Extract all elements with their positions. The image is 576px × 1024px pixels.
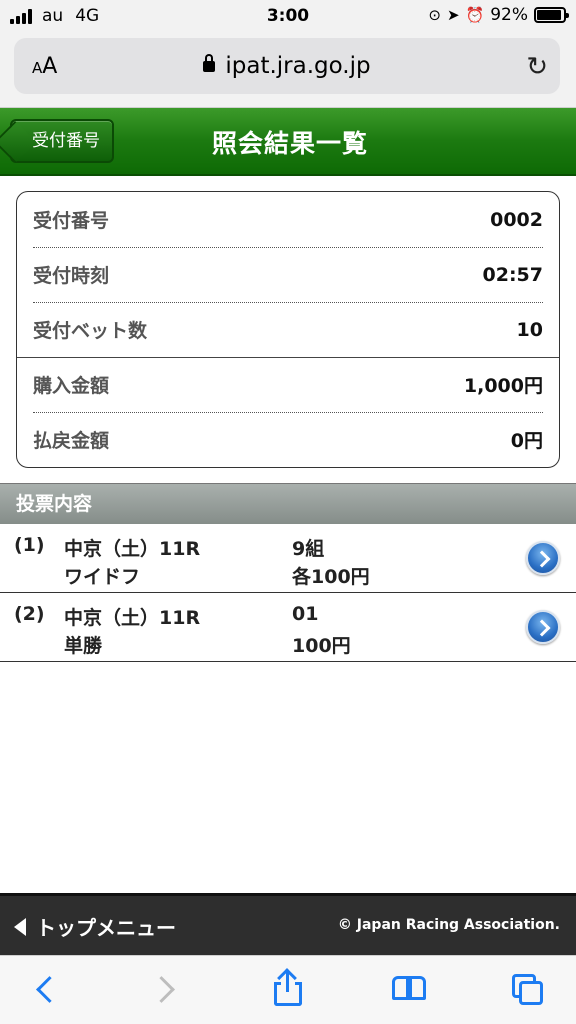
receipt-card: 受付番号 0002 受付時刻 02:57 受付ベット数 10 購入金額 1,00… bbox=[16, 191, 560, 468]
alarm-icon: ⏰ bbox=[465, 6, 485, 24]
battery-percent: 92% bbox=[490, 5, 528, 25]
share-icon[interactable] bbox=[266, 968, 310, 1012]
back-arrow-icon[interactable] bbox=[26, 968, 70, 1012]
vote-number: (2) bbox=[14, 603, 45, 625]
section-header-votes: 投票内容 bbox=[0, 483, 576, 524]
chevron-right-icon[interactable] bbox=[526, 541, 560, 575]
vote-amount: 各100円 bbox=[292, 566, 370, 588]
rotation-lock-icon: ⊙ bbox=[428, 6, 441, 24]
receipt-row-bet-count: 受付ベット数 10 bbox=[33, 318, 543, 343]
page-header: 受付番号 照会結果一覧 bbox=[0, 108, 576, 176]
top-menu-label: トップメニュー bbox=[36, 916, 176, 940]
vote-race: 中京（土）11R bbox=[64, 607, 201, 629]
forward-arrow-icon[interactable] bbox=[144, 968, 188, 1012]
location-icon: ➤ bbox=[446, 6, 460, 24]
browser-toolbar bbox=[0, 955, 576, 1024]
receipt-row-time: 受付時刻 02:57 bbox=[33, 263, 543, 288]
receipt-row-payout-amount: 払戻金額 0円 bbox=[33, 430, 543, 452]
vote-amount: 100円 bbox=[292, 635, 351, 657]
back-to-receipt-button[interactable]: 受付番号 bbox=[10, 119, 114, 163]
status-bar: au 4G 3:00 ⊙ ➤ ⏰ 92% bbox=[0, 0, 576, 34]
triangle-left-icon bbox=[14, 917, 26, 936]
chevron-right-icon[interactable] bbox=[526, 610, 560, 644]
page-footer: トップメニュー © Japan Racing Association. bbox=[0, 893, 576, 955]
vote-combo: 01 bbox=[292, 603, 319, 625]
vote-combo: 9組 bbox=[292, 538, 325, 560]
vote-row[interactable]: (1) 中京（土）11R ワイドフ 9組 各100円 bbox=[0, 524, 576, 593]
reload-icon[interactable]: ↻ bbox=[526, 52, 548, 82]
vote-race: 中京（土）11R bbox=[64, 538, 201, 560]
receipt-row-purchase-amount: 購入金額 1,000円 bbox=[33, 375, 543, 397]
tabs-icon[interactable] bbox=[506, 968, 550, 1012]
vote-row[interactable]: (2) 中京（土）11R 単勝 01 100円 bbox=[0, 593, 576, 662]
back-button-label: 受付番号 bbox=[32, 131, 100, 151]
vote-type: 単勝 bbox=[64, 635, 103, 657]
vote-number: (1) bbox=[14, 534, 45, 556]
browser-address-area: AA ipat.jra.go.jp ↻ bbox=[0, 34, 576, 108]
battery-icon bbox=[534, 7, 569, 23]
page-title: 照会結果一覧 bbox=[211, 129, 368, 158]
bookmarks-icon[interactable] bbox=[388, 968, 432, 1012]
receipt-row-number: 受付番号 0002 bbox=[33, 208, 543, 233]
vote-type: ワイドフ bbox=[64, 566, 141, 588]
url-text: ipat.jra.go.jp bbox=[225, 53, 371, 79]
top-menu-link[interactable]: トップメニュー bbox=[14, 912, 176, 941]
lock-icon bbox=[203, 54, 216, 72]
copyright: © Japan Racing Association. bbox=[337, 917, 560, 933]
address-bar[interactable]: AA ipat.jra.go.jp ↻ bbox=[14, 38, 560, 94]
